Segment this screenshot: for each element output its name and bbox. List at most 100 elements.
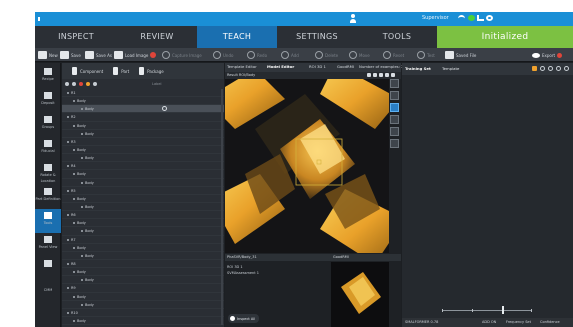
undo-button[interactable]: Undo: [213, 50, 233, 60]
tree-row[interactable]: R9: [62, 284, 224, 293]
roi-tool[interactable]: [390, 103, 399, 112]
error-filter-icon[interactable]: [79, 82, 83, 86]
tree-row[interactable]: Body: [62, 97, 224, 106]
zoom-icon[interactable]: [373, 73, 377, 77]
nav-tools[interactable]: Tools: [35, 209, 61, 233]
info-icon[interactable]: [391, 73, 395, 77]
tree-row[interactable]: R7: [62, 236, 224, 244]
tree-row[interactable]: Body: [62, 268, 224, 277]
expand-icon[interactable]: [65, 82, 69, 86]
tree-row[interactable]: R4: [62, 162, 224, 171]
tab-review[interactable]: REVIEW: [117, 26, 197, 48]
expand-toggle-icon[interactable]: [67, 116, 69, 119]
nav-part-definition[interactable]: Part Definition: [35, 185, 61, 209]
part-button[interactable]: Part: [113, 67, 129, 75]
user-icon[interactable]: [350, 14, 356, 23]
test-button[interactable]: Test: [417, 50, 435, 60]
tree-row[interactable]: Body: [62, 130, 224, 138]
tree-row[interactable]: R10: [62, 309, 224, 317]
saved-file-button[interactable]: Saved File: [445, 50, 476, 60]
export-button[interactable]: Export: [532, 50, 563, 60]
save-as-button[interactable]: Save As: [85, 50, 112, 60]
select-tool[interactable]: [390, 79, 399, 88]
add-example-icon[interactable]: [548, 66, 553, 71]
nav-recipe[interactable]: Recipe: [35, 65, 61, 89]
package-button[interactable]: Package: [139, 67, 164, 75]
expand-toggle-icon[interactable]: [73, 246, 75, 249]
expand-toggle-icon[interactable]: [81, 254, 83, 257]
tree-row[interactable]: Body: [62, 195, 224, 203]
expand-toggle-icon[interactable]: [73, 319, 75, 322]
expand-toggle-icon[interactable]: [67, 287, 69, 290]
footer-confidence[interactable]: Confidence: [540, 320, 560, 324]
expand-toggle-icon[interactable]: [67, 311, 69, 314]
tree-row[interactable]: Body: [62, 317, 224, 326]
tab-template[interactable]: Template: [442, 66, 459, 71]
tree-row[interactable]: Body: [62, 179, 224, 187]
tree-row[interactable]: R5: [62, 187, 224, 195]
expand-toggle-icon[interactable]: [73, 100, 75, 103]
measure-tool[interactable]: [390, 127, 399, 136]
load-image-button[interactable]: Load Image: [114, 50, 157, 60]
expand-toggle-icon[interactable]: [73, 148, 75, 151]
tab-tools[interactable]: TOOLS: [357, 26, 437, 48]
footer-frequency[interactable]: Frequency Set: [506, 320, 531, 324]
nav-panel-view[interactable]: Panel View: [35, 233, 61, 257]
redo-button[interactable]: Redo: [247, 50, 267, 60]
expand-toggle-icon[interactable]: [73, 295, 75, 298]
expand-toggle-icon[interactable]: [73, 271, 75, 274]
nav-groups[interactable]: Groups: [35, 113, 61, 137]
tab-inspect[interactable]: INSPECT: [35, 26, 117, 48]
tree-row[interactable]: R1: [62, 89, 224, 98]
roi-selector[interactable]: ROI 3D 1: [309, 64, 326, 69]
tree-row[interactable]: R8: [62, 260, 224, 269]
inspection-image[interactable]: [225, 79, 389, 253]
tree-row[interactable]: R2: [62, 113, 224, 122]
nav-rotate-location[interactable]: Rotate & Location: [35, 161, 61, 185]
search-icon[interactable]: [540, 66, 545, 71]
expand-toggle-icon[interactable]: [73, 173, 75, 176]
tab-teach[interactable]: TEACH: [197, 26, 277, 48]
tree-row[interactable]: R3: [62, 138, 224, 146]
tab-training-set[interactable]: Training Set: [405, 66, 431, 71]
eye-icon[interactable]: [379, 73, 383, 77]
rectangle-tool[interactable]: [390, 91, 399, 100]
tree-row[interactable]: Body: [62, 252, 224, 260]
collapse-icon[interactable]: [72, 82, 76, 86]
tree-row[interactable]: Body: [62, 293, 224, 301]
tree-row[interactable]: Body: [62, 146, 224, 155]
threshold-slider[interactable]: [442, 306, 532, 314]
tree-row[interactable]: Body: [62, 219, 224, 228]
expand-toggle-icon[interactable]: [67, 238, 69, 241]
tree-row[interactable]: Body: [62, 244, 224, 252]
tree-row[interactable]: Body: [62, 170, 224, 179]
tab-settings[interactable]: SETTINGS: [277, 26, 357, 48]
expand-toggle-icon[interactable]: [73, 197, 75, 200]
expand-toggle-icon[interactable]: [81, 230, 83, 233]
expand-toggle-icon[interactable]: [67, 140, 69, 143]
tree-row[interactable]: R6: [62, 211, 224, 220]
expand-toggle-icon[interactable]: [73, 124, 75, 127]
expand-toggle-icon[interactable]: [81, 205, 83, 208]
tab-model-editor[interactable]: Model Editor: [267, 64, 294, 69]
tree-row[interactable]: Body: [62, 203, 224, 212]
settings-gear-icon[interactable]: [486, 15, 493, 21]
pan-tool[interactable]: [390, 115, 399, 124]
tree-row[interactable]: Body: [62, 276, 224, 285]
expand-toggle-icon[interactable]: [67, 262, 69, 265]
refresh-icon[interactable]: [564, 66, 569, 71]
expand-toggle-icon[interactable]: [67, 189, 69, 192]
expand-toggle-icon[interactable]: [81, 303, 83, 306]
nav-crosshair[interactable]: [35, 257, 61, 281]
expand-toggle-icon[interactable]: [81, 157, 83, 160]
move-button[interactable]: Move: [349, 50, 370, 60]
expand-toggle-icon[interactable]: [81, 108, 83, 111]
expand-toggle-icon[interactable]: [81, 181, 83, 184]
capture-image-button[interactable]: Capture Image: [162, 50, 202, 60]
delete-button[interactable]: Delete: [315, 50, 338, 60]
slider-thumb[interactable]: [502, 306, 504, 314]
expand-toggle-icon[interactable]: [67, 165, 69, 168]
component-button[interactable]: Component: [72, 67, 103, 75]
folder-icon[interactable]: [532, 66, 537, 71]
expand-toggle-icon[interactable]: [81, 279, 83, 282]
